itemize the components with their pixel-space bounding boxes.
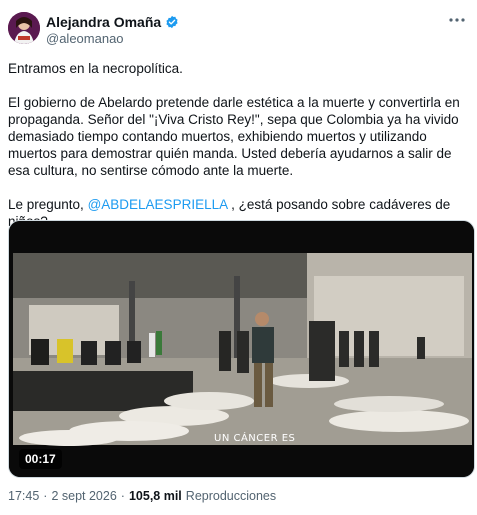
verified-badge-icon [166, 15, 178, 29]
author-name[interactable]: Alejandra Omaña [46, 14, 161, 30]
avatar[interactable] [8, 12, 40, 44]
mention-link[interactable]: @ABDELAESPRIELLA [88, 197, 228, 212]
tweet-text: Entramos en la necropolítica. El gobiern… [8, 60, 469, 230]
views-label: Reproducciones [185, 489, 277, 503]
tweet-date[interactable]: 2 sept 2026 [51, 489, 116, 503]
tweet-paragraph-3-prefix: Le pregunto, [8, 197, 88, 212]
avatar-image [8, 12, 40, 44]
video-duration-badge: 00:17 [19, 449, 62, 469]
meta-separator-1: · [43, 489, 48, 503]
tweet-paragraph-2: El gobierno de Abelardo pretende darle e… [8, 95, 460, 178]
meta-separator-2: · [120, 489, 125, 503]
author-handle[interactable]: @aleomanao [46, 31, 124, 46]
tweet-meta: 17:45 · 2 sept 2026 · 105,8 mil Reproduc… [8, 489, 276, 503]
tweet-time[interactable]: 17:45 [8, 489, 39, 503]
video-player[interactable]: UN CÁNCER ES 00:17 [8, 220, 475, 478]
tweet-paragraph-1: Entramos en la necropolítica. [8, 61, 183, 76]
author-name-row: Alejandra Omaña [46, 14, 179, 30]
video-caption: UN CÁNCER ES [214, 433, 296, 444]
view-count: 105,8 mil [128, 489, 182, 503]
more-options-icon[interactable] [447, 12, 467, 28]
tweet-header: Alejandra Omaña @aleomanao [8, 12, 469, 48]
